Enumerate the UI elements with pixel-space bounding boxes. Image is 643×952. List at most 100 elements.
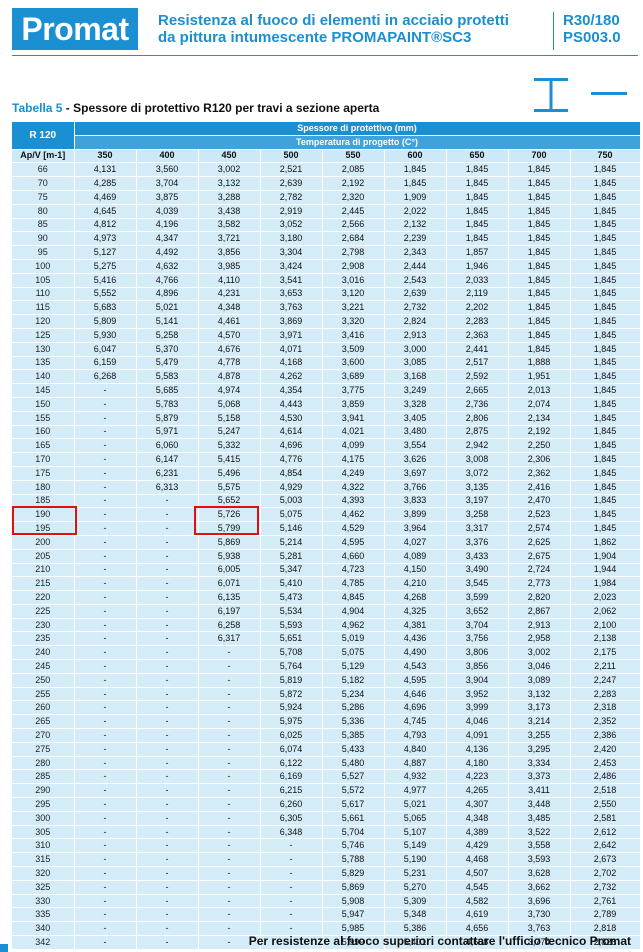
value-cell: -: [198, 769, 261, 785]
value-cell: -: [198, 742, 261, 757]
value-cell: 4,660: [322, 549, 385, 564]
value-cell: 1,845: [508, 218, 571, 233]
value-cell: 3,985: [198, 259, 261, 274]
value-cell: 2,639: [260, 176, 323, 191]
value-cell: 5,182: [322, 673, 385, 688]
value-cell: 1,845: [570, 438, 641, 454]
value-cell: 2,684: [322, 231, 385, 247]
value-cell: 2,013: [508, 383, 571, 398]
value-cell: 5,938: [198, 549, 261, 564]
value-cell: 4,210: [384, 576, 447, 592]
value-cell: 2,875: [446, 425, 509, 440]
value-cell: 3,221: [322, 300, 385, 316]
row-label-cell: 85: [12, 218, 75, 233]
value-cell: 4,071: [260, 342, 323, 357]
value-cell: 5,473: [260, 590, 323, 605]
value-cell: -: [136, 618, 199, 633]
table-row: 80 4,645 4,039 3,438 2,919 2,445 2,022 1,845 1,8…: [12, 204, 641, 219]
value-cell: 5,930: [74, 328, 137, 343]
row-label-cell: 95: [12, 245, 75, 260]
value-cell: 2,612: [570, 825, 641, 840]
value-cell: 2,824: [384, 314, 447, 329]
value-cell: 3,875: [136, 190, 199, 205]
value-cell: 4,932: [384, 769, 447, 785]
value-cell: 3,288: [198, 190, 261, 205]
value-cell: 3,653: [260, 287, 323, 302]
value-cell: 4,285: [74, 176, 137, 191]
value-cell: -: [198, 797, 261, 812]
value-cell: 1,845: [446, 162, 509, 178]
value-cell: 6,025: [260, 728, 323, 743]
value-cell: 4,766: [136, 273, 199, 288]
row-label-cell: 120: [12, 314, 75, 329]
row-label-cell: 130: [12, 342, 75, 357]
value-cell: 3,016: [322, 273, 385, 288]
value-cell: 1,857: [446, 245, 509, 260]
value-cell: 3,424: [260, 259, 323, 274]
value-cell: 5,348: [384, 907, 447, 923]
value-cell: 3,599: [446, 590, 509, 605]
value-cell: -: [74, 894, 137, 909]
table-row: 195- -5,799 5,146 4,529 3,964 3,317 2,574 1,845: [12, 521, 641, 536]
value-cell: -: [136, 521, 199, 536]
value-cell: 4,543: [384, 659, 447, 674]
value-cell: -: [74, 521, 137, 536]
value-cell: 1,845: [570, 328, 641, 343]
value-cell: 2,642: [570, 838, 641, 854]
value-cell: -: [198, 852, 261, 868]
row-label-cell: 170: [12, 452, 75, 467]
value-cell: 5,704: [322, 825, 385, 840]
row-label-cell: 190: [12, 507, 75, 523]
value-cell: 2,958: [508, 631, 571, 647]
value-cell: 5,107: [384, 825, 447, 840]
value-cell: 4,180: [446, 756, 509, 771]
value-cell: 3,046: [508, 659, 571, 674]
value-cell: -: [198, 894, 261, 909]
value-cell: 2,386: [570, 728, 641, 743]
value-cell: 3,180: [260, 231, 323, 247]
value-cell: 4,676: [198, 342, 261, 357]
value-cell: 4,973: [74, 231, 137, 247]
value-cell: 5,065: [384, 811, 447, 826]
value-cell: 5,003: [260, 494, 323, 509]
value-cell: 5,726: [198, 507, 261, 523]
value-cell: 5,021: [136, 300, 199, 316]
value-cell: -: [136, 576, 199, 592]
table-row: 320- - - -5,829 5,231 4,507 3,628 2,702: [12, 866, 641, 881]
value-cell: 5,947: [322, 907, 385, 923]
table-caption: - Spessore di protettivo R120 per travi …: [62, 101, 380, 115]
value-cell: 4,136: [446, 742, 509, 757]
value-cell: 5,146: [260, 521, 323, 536]
value-cell: 3,522: [508, 825, 571, 840]
value-cell: 3,626: [384, 452, 447, 467]
value-cell: 1,845: [570, 287, 641, 302]
value-cell: 3,085: [384, 356, 447, 371]
value-cell: 3,904: [446, 673, 509, 688]
value-cell: -: [74, 397, 137, 412]
value-cell: 1,944: [570, 563, 641, 578]
value-cell: 2,806: [446, 411, 509, 426]
value-cell: 3,652: [446, 604, 509, 619]
value-cell: 5,583: [136, 369, 199, 385]
value-cell: -: [74, 852, 137, 868]
value-cell: 5,479: [136, 356, 199, 371]
value-cell: -: [136, 756, 199, 771]
value-cell: 3,173: [508, 700, 571, 716]
value-cell: 1,946: [446, 259, 509, 274]
value-cell: 5,788: [322, 852, 385, 868]
value-cell: 6,197: [198, 604, 261, 619]
value-cell: -: [198, 838, 261, 854]
row-label-cell: 285: [12, 769, 75, 785]
value-cell: 6,305: [260, 811, 323, 826]
row-label-cell: 300: [12, 811, 75, 826]
value-cell: 2,239: [384, 231, 447, 247]
row-label-cell: 330: [12, 894, 75, 909]
value-cell: 1,845: [508, 314, 571, 329]
value-cell: -: [136, 659, 199, 674]
table-row: 335- - - -5,947 5,348 4,619 3,730 2,789: [12, 907, 641, 923]
row-label-cell: 335: [12, 907, 75, 923]
document-code-line1: R30/180: [563, 12, 620, 29]
value-cell: 3,730: [508, 907, 571, 923]
value-cell: 3,135: [446, 480, 509, 495]
value-cell: 3,856: [198, 245, 261, 260]
